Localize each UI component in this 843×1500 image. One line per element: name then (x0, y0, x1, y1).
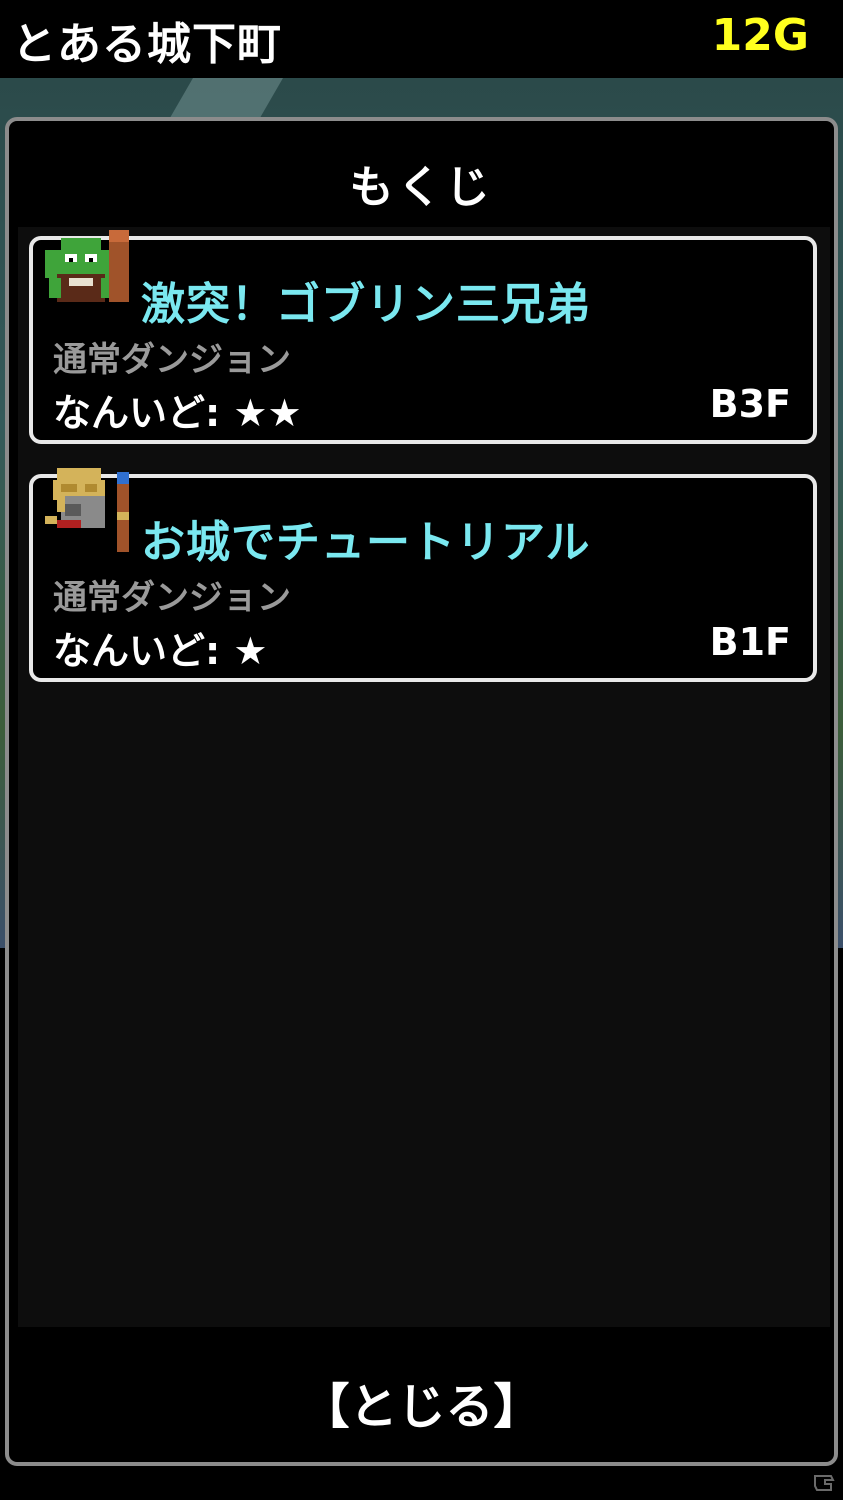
dungeon-type: 通常ダンジョン (53, 340, 291, 380)
close-button[interactable]: 【とじる】 (9, 1367, 834, 1437)
game-screen: とある城下町 12G もくじ 激突！ゴブリン三兄弟 通常ダンジョン なんいど: … (0, 0, 843, 1500)
dungeon-floor: B1F (709, 620, 791, 664)
dungeon-floor: B3F (709, 382, 791, 426)
dungeon-difficulty: なんいど: ★ (53, 629, 268, 673)
dungeon-card[interactable]: 激突！ゴブリン三兄弟 通常ダンジョン なんいど: ★★ B3F (29, 230, 817, 444)
dungeon-difficulty: なんいど: ★★ (53, 391, 302, 435)
dungeon-type: 通常ダンジョン (53, 578, 291, 618)
status-bar: とある城下町 12G (0, 0, 843, 78)
gold-counter: 12G (711, 10, 809, 61)
goblin-icon (45, 230, 129, 302)
dungeon-name: 激突！ゴブリン三兄弟 (141, 279, 591, 330)
watermark-logo-icon (814, 1475, 835, 1491)
dungeon-list: 激突！ゴブリン三兄弟 通常ダンジョン なんいど: ★★ B3F お城でチュートリ… (18, 227, 830, 1327)
knight-icon (45, 468, 129, 552)
dungeon-card[interactable]: お城でチュートリアル 通常ダンジョン なんいど: ★ B1F (29, 468, 817, 682)
contents-window: もくじ 激突！ゴブリン三兄弟 通常ダンジョン なんいど: ★★ B3F お城でチ… (5, 117, 838, 1466)
dungeon-name: お城でチュートリアル (141, 517, 591, 568)
window-title: もくじ (349, 162, 494, 213)
location-name: とある城下町 (12, 19, 282, 70)
